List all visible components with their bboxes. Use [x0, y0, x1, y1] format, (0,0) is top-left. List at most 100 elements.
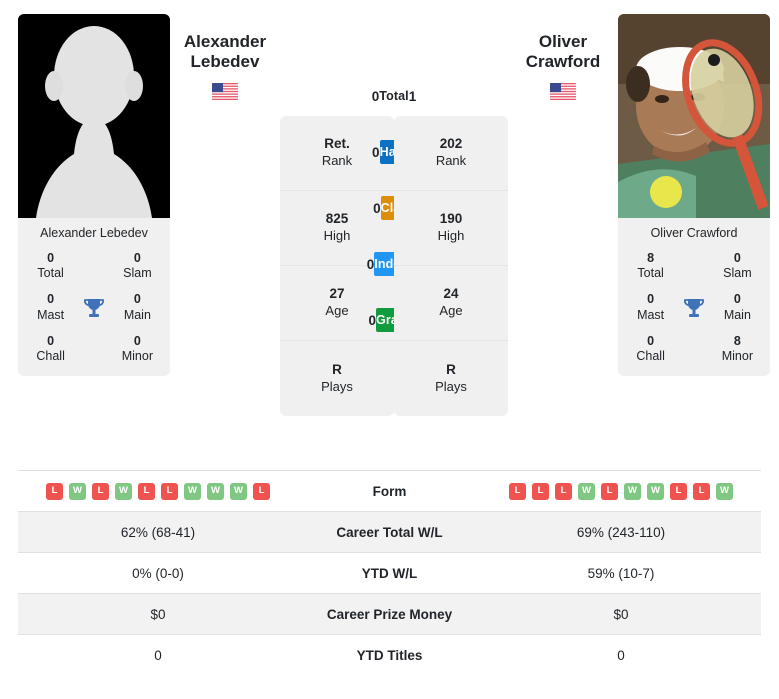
form-badge-loss[interactable]: L: [693, 482, 710, 500]
title-label: Mast: [637, 307, 665, 322]
trophy-icon: [77, 292, 111, 322]
title-count: 8: [733, 333, 741, 348]
h2h-left-value: 0: [366, 256, 375, 272]
right-value: $0: [613, 606, 629, 622]
right-form-strip: LLLWLWWLLW: [481, 482, 761, 500]
trophy-icon: [677, 292, 711, 322]
form-badge-loss[interactable]: L: [138, 482, 155, 500]
title-count: 0: [133, 292, 141, 307]
info-value: R: [332, 361, 342, 377]
info-label: High: [437, 228, 465, 244]
title-stat: 0 Main: [111, 292, 164, 323]
left-value: $0: [150, 606, 166, 622]
left-form-strip: LWLWLLWWWL: [18, 482, 298, 500]
form-badge-loss[interactable]: L: [601, 482, 618, 500]
info-cell-plays: R Plays: [280, 341, 394, 416]
info-value: 24: [443, 286, 459, 302]
form-badge-loss[interactable]: L: [509, 482, 526, 500]
player-comparison-page: Alexander Lebedev 0 Total 0 Slam 0 Mast …: [0, 0, 779, 699]
form-badge-win[interactable]: W: [624, 482, 641, 500]
title-stat: 0 Main: [711, 292, 764, 323]
info-label: Rank: [435, 153, 467, 169]
form-badge-loss[interactable]: L: [670, 482, 687, 500]
right-value: 69% (243-110): [576, 524, 666, 540]
right-player-photo-card[interactable]: Oliver Crawford 8 Total 0 Slam 0 Mast 0 …: [618, 14, 770, 377]
title-stat: 0 Minor: [111, 334, 164, 365]
title-label: Chall: [36, 349, 65, 363]
row-label: Career Prize Money: [326, 606, 453, 622]
trophy-spacer: [677, 251, 711, 255]
title-label: Slam: [123, 266, 152, 280]
title-stat: 0 Slam: [711, 251, 764, 282]
h2h-left-value: 0: [371, 88, 380, 104]
h2h-left-value: 0: [368, 312, 377, 328]
table-row: 62% (68-41) Career Total W/L 69% (243-11…: [18, 511, 761, 553]
form-badge-loss[interactable]: L: [161, 482, 178, 500]
info-label: High: [323, 228, 351, 244]
comparison-stats-table: LWLWLLWWWL Form LLLWLWWLLW 62% (68-41) C…: [18, 470, 761, 676]
left-player-photo-card[interactable]: Alexander Lebedev 0 Total 0 Slam 0 Mast …: [18, 14, 170, 377]
form-badge-win[interactable]: W: [69, 482, 86, 500]
row-label: YTD Titles: [356, 647, 423, 663]
right-value: 0: [617, 647, 625, 663]
info-label: Rank: [321, 153, 353, 169]
title-label: Main: [123, 307, 151, 322]
form-badge-loss[interactable]: L: [46, 482, 63, 500]
h2h-right-value: 1: [408, 88, 417, 104]
info-label: Age: [325, 303, 349, 319]
right-value: 59% (10-7): [587, 565, 655, 581]
title-count: 0: [133, 333, 141, 348]
title-label: Minor: [721, 349, 753, 363]
us-flag-icon: [550, 82, 576, 100]
form-badge-loss[interactable]: L: [92, 482, 109, 500]
left-value: 0% (0-0): [132, 565, 184, 581]
form-badge-win[interactable]: W: [230, 482, 247, 500]
title-stat: 0 Total: [24, 251, 77, 282]
form-badge-loss[interactable]: L: [532, 482, 549, 500]
trophy-spacer: [77, 334, 111, 338]
titles-row: 0 Total 0 Slam: [24, 251, 164, 282]
info-label: Plays: [321, 378, 353, 394]
title-count: 0: [133, 250, 141, 265]
left-player-name[interactable]: Alexander Lebedev: [170, 32, 280, 73]
title-count: 0: [647, 333, 655, 348]
title-count: 8: [647, 250, 655, 265]
info-label: Plays: [435, 378, 467, 394]
form-badge-win[interactable]: W: [578, 482, 595, 500]
title-stat: 8 Total: [624, 251, 677, 282]
title-count: 0: [733, 292, 741, 307]
row-label: Career Total W/L: [336, 524, 443, 540]
h2h-surface-label: Total: [379, 89, 409, 103]
form-badge-win[interactable]: W: [184, 482, 201, 500]
right-player-name[interactable]: Oliver Crawford: [508, 32, 618, 73]
info-cell-rank: 202 Rank: [394, 116, 508, 191]
left-value: 0: [154, 647, 162, 663]
title-label: Slam: [723, 266, 752, 280]
info-value: R: [446, 361, 456, 377]
title-stat: 8 Minor: [711, 334, 764, 365]
title-label: Chall: [636, 349, 665, 363]
form-badge-win[interactable]: W: [115, 482, 132, 500]
form-badge-win[interactable]: W: [716, 482, 733, 500]
form-badge-loss[interactable]: L: [253, 482, 270, 500]
right-player-photo-caption: Oliver Crawford: [650, 226, 738, 240]
title-label: Main: [723, 307, 751, 322]
title-stat: 0 Slam: [111, 251, 164, 282]
form-badge-win[interactable]: W: [647, 482, 664, 500]
form-badge-loss[interactable]: L: [555, 482, 572, 500]
title-count: 0: [47, 250, 55, 265]
titles-row: 8 Total 0 Slam: [624, 251, 764, 282]
form-badge-win[interactable]: W: [207, 482, 224, 500]
titles-row: 0 Mast 0 Main: [24, 292, 164, 323]
trophy-spacer: [677, 334, 711, 338]
titles-row: 0 Chall 0 Minor: [24, 334, 164, 365]
table-row: 0% (0-0) YTD W/L 59% (10-7): [18, 552, 761, 594]
trophy-spacer: [77, 251, 111, 255]
left-player-name-block: Alexander Lebedev: [170, 14, 280, 100]
title-count: 0: [47, 333, 55, 348]
info-label: Age: [439, 303, 463, 319]
left-player-photo-caption: Alexander Lebedev: [40, 226, 148, 240]
title-stat: 0 Mast: [24, 292, 77, 323]
right-player-titles-grid: 8 Total 0 Slam 0 Mast 0 Main 0 Chall 8 M…: [618, 249, 770, 377]
title-count: 0: [47, 292, 55, 307]
